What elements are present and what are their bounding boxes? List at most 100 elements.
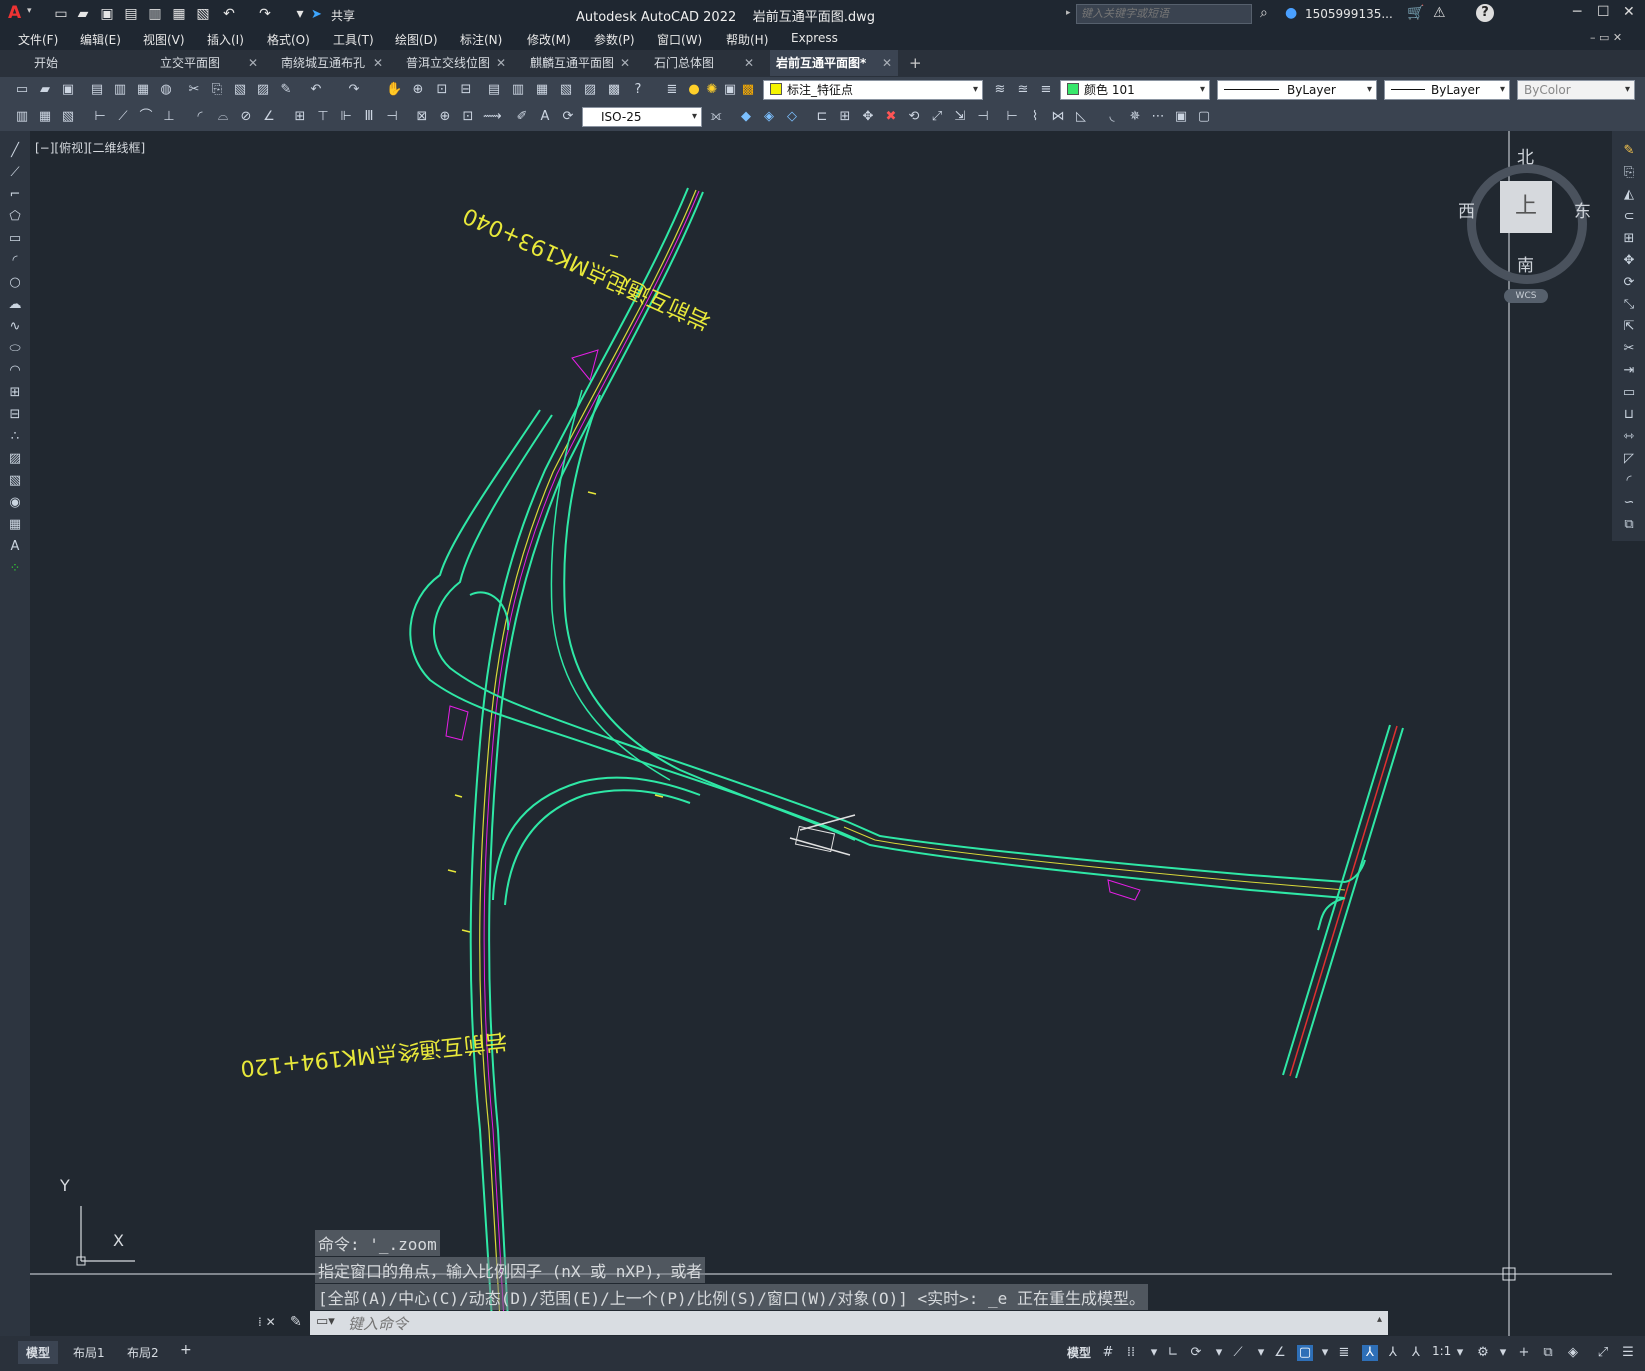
- insert-table-icon[interactable]: ▦: [37, 109, 53, 125]
- layer-on-icon[interactable]: ●: [686, 82, 702, 98]
- viewcube-west[interactable]: 西: [1458, 197, 1475, 222]
- stretch-icon[interactable]: ⇲: [952, 109, 968, 125]
- arc-icon[interactable]: ◜: [7, 253, 23, 269]
- snap-icon[interactable]: ⁞⁞: [1123, 1345, 1139, 1361]
- zoom-window-icon[interactable]: ⊡: [434, 82, 450, 98]
- menu-window[interactable]: 窗口(W): [657, 31, 702, 48]
- dim-linear-icon[interactable]: ⊢: [92, 109, 108, 125]
- dim-aligned-icon[interactable]: ⟋: [115, 109, 131, 125]
- plot-icon[interactable]: ▧: [194, 5, 212, 23]
- ellipse-icon[interactable]: ⬭: [7, 341, 23, 357]
- explode-icon[interactable]: ⧉: [1621, 517, 1637, 533]
- break-at-point-icon[interactable]: ▭: [1621, 385, 1637, 401]
- sheet-set-icon[interactable]: ▧: [558, 82, 574, 98]
- viewcube-south[interactable]: 南: [1517, 251, 1534, 276]
- revcloud-icon[interactable]: ☁: [7, 297, 23, 313]
- viewcube-north[interactable]: 北: [1517, 143, 1534, 168]
- zoom-previous-icon[interactable]: ⊟: [458, 82, 474, 98]
- search-input[interactable]: [1076, 4, 1252, 24]
- extend-icon[interactable]: ⇥: [1621, 363, 1637, 379]
- mirror-icon[interactable]: ◇: [784, 109, 800, 125]
- offset-icon[interactable]: ⊏: [814, 109, 830, 125]
- redo-icon[interactable]: ↷: [256, 5, 274, 23]
- ortho-icon[interactable]: ∟: [1165, 1345, 1181, 1361]
- new-tab-button[interactable]: +: [909, 54, 922, 72]
- auto-scale-icon[interactable]: ⅄: [1385, 1345, 1401, 1361]
- trim-icon[interactable]: ⊣: [975, 109, 991, 125]
- menu-edit[interactable]: 编辑(E): [80, 31, 121, 48]
- tab-lijiao[interactable]: 立交平面图 ✕: [152, 50, 264, 76]
- dim-radius-icon[interactable]: ◜: [192, 109, 208, 125]
- tab-puer[interactable]: 普洱立交线位图 ✕: [400, 50, 512, 76]
- layer-select[interactable]: 标注_特征点 ▾: [763, 80, 983, 100]
- publish-icon[interactable]: ▦: [170, 5, 188, 23]
- layer-previous-icon[interactable]: ≊: [1015, 82, 1031, 98]
- center-mark-icon[interactable]: ⊕: [437, 109, 453, 125]
- dim-style-icon[interactable]: ⟗: [708, 109, 724, 125]
- dim-jogged-icon[interactable]: ⌓: [215, 109, 231, 125]
- open-folder-icon[interactable]: ▰: [74, 5, 92, 23]
- globe-icon[interactable]: ◍: [158, 82, 174, 98]
- dim-angular-icon[interactable]: ∠: [261, 109, 277, 125]
- close-command-icon[interactable]: ⁞ ✕: [258, 1315, 276, 1329]
- customization-menu-icon[interactable]: ☰: [1620, 1345, 1636, 1361]
- make-current-icon[interactable]: ≋: [992, 82, 1008, 98]
- isolate-objects-icon[interactable]: ⧉: [1540, 1345, 1556, 1361]
- menu-file[interactable]: 文件(F): [18, 31, 58, 48]
- match-prop-icon[interactable]: ▨: [255, 82, 271, 98]
- undo-icon[interactable]: ↶: [308, 82, 324, 98]
- search-icon[interactable]: ⌕: [1260, 5, 1268, 21]
- dimstyle-select[interactable]: ISO-25 ▾: [582, 107, 702, 127]
- join-icon[interactable]: ⇿: [1621, 429, 1637, 445]
- menu-draw[interactable]: 绘图(D): [395, 31, 438, 48]
- group-icon[interactable]: ▣: [1173, 109, 1189, 125]
- search-expand-icon[interactable]: ▸: [1066, 8, 1071, 18]
- chevron-down-icon[interactable]: ▾: [1146, 1345, 1162, 1361]
- point-icon[interactable]: ∴: [7, 429, 23, 445]
- stretch-icon[interactable]: ⇱: [1621, 319, 1637, 335]
- chamfer-icon[interactable]: ◸: [1621, 451, 1637, 467]
- scale-icon[interactable]: ⤢: [929, 109, 945, 125]
- close-tab-icon[interactable]: ✕: [248, 50, 258, 76]
- cut-icon[interactable]: ✂: [186, 82, 202, 98]
- markup-icon[interactable]: ▨: [582, 82, 598, 98]
- array-icon[interactable]: ⊞: [837, 109, 853, 125]
- command-input[interactable]: [346, 1313, 1370, 1335]
- layer-manager-icon[interactable]: ≣: [664, 82, 680, 98]
- viewcube-east[interactable]: 东: [1574, 197, 1591, 222]
- menu-insert[interactable]: 插入(I): [207, 31, 244, 48]
- paint-icon[interactable]: ✎: [278, 82, 294, 98]
- dim-break-icon[interactable]: ⊣: [384, 109, 400, 125]
- tab-shimen[interactable]: 石门总体图 ✕: [648, 50, 760, 76]
- menu-format[interactable]: 格式(O): [267, 31, 310, 48]
- object-snap-icon[interactable]: ▢: [1297, 1345, 1313, 1361]
- break-icon[interactable]: ⊔: [1621, 407, 1637, 423]
- tab-nanraocheng[interactable]: 南绕城互通布孔 ✕: [275, 50, 389, 76]
- trim-icon[interactable]: ✂: [1621, 341, 1637, 357]
- add-layout-button[interactable]: +: [180, 1342, 192, 1358]
- quick-dim-icon[interactable]: ⊞: [292, 109, 308, 125]
- autodesk-account-icon[interactable]: ⚠: [1433, 5, 1446, 21]
- plotstyle-select[interactable]: ByColor ▾: [1517, 80, 1635, 100]
- user-icon[interactable]: ●: [1285, 5, 1297, 21]
- hardware-accel-icon[interactable]: ◈: [1565, 1345, 1581, 1361]
- dim-arc-icon[interactable]: ⌒: [138, 109, 154, 125]
- command-line[interactable]: ▭▾ ▴: [310, 1311, 1388, 1335]
- drawing-canvas[interactable]: [−][俯视][二维线框] 岩前互通起点MK193+040 岩前互通终点MK19…: [30, 131, 1612, 1336]
- multiline-icon[interactable]: ▧: [60, 109, 76, 125]
- blend-icon[interactable]: ⋯: [1150, 109, 1166, 125]
- chevron-down-icon[interactable]: ▾: [1211, 1345, 1227, 1361]
- export-icon[interactable]: ▥: [146, 5, 164, 23]
- print-icon[interactable]: ▤: [89, 82, 105, 98]
- fillet-icon[interactable]: ◟: [1104, 109, 1120, 125]
- layer-vp-icon[interactable]: ▣: [722, 82, 738, 98]
- menu-parametric[interactable]: 参数(P): [594, 31, 635, 48]
- delete-icon[interactable]: ✖: [883, 109, 899, 125]
- menu-help[interactable]: 帮助(H): [726, 31, 768, 48]
- move-icon[interactable]: ✥: [860, 109, 876, 125]
- layer-freeze-icon[interactable]: ✺: [704, 82, 720, 98]
- fillet-icon[interactable]: ◜: [1621, 473, 1637, 489]
- ellipse-arc-icon[interactable]: ◠: [7, 363, 23, 379]
- save-icon[interactable]: ▣: [60, 82, 76, 98]
- help-icon[interactable]: ?: [1476, 4, 1494, 22]
